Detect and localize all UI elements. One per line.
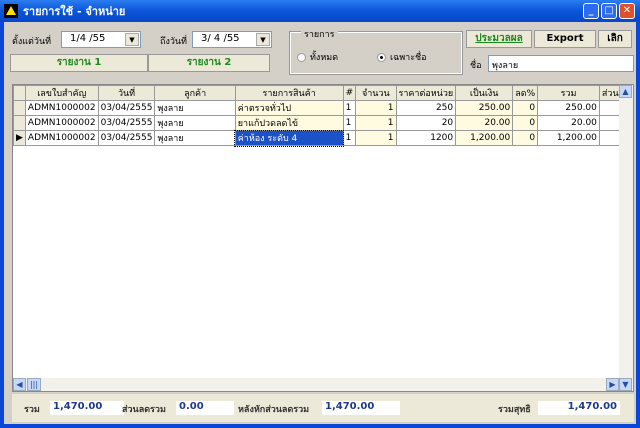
grid-cell[interactable]: 0 (512, 100, 539, 116)
grid-cell[interactable]: พุงลาย (154, 115, 236, 131)
grid-cell[interactable]: ค่าห้อง ระดับ 4 (234, 129, 345, 147)
chevron-down-icon[interactable]: ▼ (256, 33, 270, 46)
grid-cell[interactable]: ADMN1000002 (24, 115, 99, 131)
grid-cell[interactable]: 1 (342, 130, 357, 146)
to-date-combo[interactable]: 3/ 4 /55 ▼ (192, 31, 272, 48)
totals-bar: รวม 1,470.00 ส่วนลดรวม 0.00 หลังหักส่วนล… (12, 394, 634, 422)
grid-cell[interactable]: 1 (342, 100, 357, 116)
discount-value: 0.00 (176, 401, 234, 415)
scroll-thumb[interactable]: ||| (27, 378, 41, 391)
grid-cell[interactable]: 0 (512, 115, 539, 131)
group-label: รายการ (301, 27, 338, 41)
grid-cell[interactable]: 20.00 (537, 115, 600, 131)
row-selector[interactable] (13, 115, 26, 131)
grid-cell[interactable]: 250.00 (537, 100, 600, 116)
scroll-down-icon[interactable]: ▼ (619, 378, 632, 391)
grid-cell[interactable]: 1 (355, 100, 397, 116)
grid-cell[interactable]: ค่าตรวจทั่วไป (234, 100, 344, 116)
col-header[interactable]: รายการสินค้า (234, 85, 344, 101)
export-button[interactable]: Export (534, 30, 596, 48)
grid-cell[interactable]: 250 (395, 100, 457, 116)
app-icon (4, 4, 18, 18)
scroll-up-icon[interactable]: ▲ (619, 85, 632, 98)
grid-cell[interactable]: 250.00 (455, 100, 514, 116)
col-header[interactable]: เป็นเงิน (455, 85, 514, 101)
net-total-label: รวมสุทธิ (498, 405, 531, 415)
horizontal-scrollbar[interactable]: ◀ ||| ▶ (13, 378, 619, 391)
grid-cell[interactable]: 20 (395, 115, 457, 131)
col-header[interactable]: # (342, 85, 357, 101)
total-label: รวม (24, 405, 40, 415)
vertical-scrollbar[interactable]: ▲ ▼ (619, 85, 633, 391)
grid-cell[interactable]: 03/04/2555 (97, 115, 156, 131)
radio-all[interactable]: ทั้งหมด (297, 50, 338, 64)
report2-button[interactable]: รายงาน 2 (148, 54, 270, 72)
process-button[interactable]: ประมวลผล (466, 30, 532, 48)
grid-cell[interactable]: 1,200.00 (455, 130, 514, 146)
to-date-label: ถึงวันที่ (160, 37, 187, 47)
grid-cell[interactable]: 1 (355, 115, 397, 131)
net-total-value: 1,470.00 (538, 401, 620, 415)
row-selector-header (13, 85, 26, 101)
row-selector[interactable] (13, 100, 26, 116)
to-date-value: 3/ 4 /55 (201, 33, 240, 44)
client-area: ตั้งแต่วันที่ 1/4 /55 ▼ ถึงวันที่ 3/ 4 /5… (4, 22, 636, 424)
total-value: 1,470.00 (50, 401, 124, 415)
col-header[interactable]: จำนวน (355, 85, 397, 101)
grid-cell[interactable]: 1,200.00 (537, 130, 600, 146)
col-header[interactable]: ลด% (512, 85, 539, 101)
data-grid: เลขใบสำคัญ วันที่ ลูกค้า รายการสินค้า # … (12, 84, 634, 392)
grid-cell[interactable]: พุงลาย (154, 130, 236, 146)
after-discount-label: หลังหักส่วนลดรวม (238, 405, 310, 415)
close-button[interactable]: ✕ (619, 3, 635, 19)
grid-cell[interactable]: 20.00 (455, 115, 514, 131)
from-date-value: 1/4 /55 (70, 33, 106, 44)
grid-cell[interactable]: ADMN1000002 (24, 130, 99, 146)
grid-cell[interactable]: ยาแก้ปวดลดไข้ (234, 115, 344, 131)
radio-all-label: ทั้งหมด (310, 53, 339, 63)
table-row[interactable]: ▶ ADMN1000002 03/04/2555 พุงลาย ค่าห้อง ระดั… (13, 129, 634, 147)
report1-button[interactable]: รายงาน 1 (10, 54, 148, 72)
scroll-right-icon[interactable]: ▶ (606, 378, 619, 391)
row-selector[interactable]: ▶ (13, 130, 26, 146)
col-header[interactable]: เลขใบสำคัญ (24, 85, 99, 101)
grid-cell[interactable]: 1200 (395, 130, 457, 146)
scroll-left-icon[interactable]: ◀ (13, 378, 26, 391)
grid-cell[interactable]: 0 (512, 130, 539, 146)
from-date-combo[interactable]: 1/4 /55 ▼ (61, 31, 141, 48)
grid-cell[interactable]: 03/04/2555 (97, 100, 156, 116)
name-label: ชื่อ (470, 61, 482, 71)
table-row[interactable]: ADMN1000002 03/04/2555 พุงลาย ยาแก้ปวดลดไข้… (13, 115, 634, 131)
list-filter-group: รายการ ทั้งหมด เฉพาะชื่อ (289, 27, 463, 75)
grid-table: เลขใบสำคัญ วันที่ ลูกค้า รายการสินค้า # … (13, 85, 634, 147)
maximize-button[interactable]: □ (601, 3, 617, 19)
cancel-button[interactable]: เลิก (598, 30, 632, 48)
grid-cell[interactable]: ADMN1000002 (24, 100, 99, 116)
radio-by-name-label: เฉพาะชื่อ (390, 53, 427, 63)
from-date-label: ตั้งแต่วันที่ (12, 37, 52, 47)
col-header[interactable]: ลูกค้า (154, 85, 236, 101)
radio-by-name[interactable]: เฉพาะชื่อ (377, 50, 427, 64)
grid-cell[interactable]: 1 (342, 115, 357, 131)
table-row[interactable]: ADMN1000002 03/04/2555 พุงลาย ค่าตรวจทั่วไป… (13, 100, 634, 116)
radio-off-icon (297, 52, 306, 62)
window-title: รายการใช้ - จำหน่าย (23, 5, 126, 18)
col-header[interactable]: ราคาต่อหน่วย (395, 85, 457, 101)
minimize-button[interactable]: _ (583, 3, 599, 19)
radio-on-icon (377, 52, 386, 62)
window: รายการใช้ - จำหน่าย _ □ ✕ ตั้งแต่วันที่ … (0, 0, 640, 428)
grid-cell[interactable]: 03/04/2555 (97, 130, 156, 146)
header-row: เลขใบสำคัญ วันที่ ลูกค้า รายการสินค้า # … (13, 85, 634, 101)
col-header[interactable]: รวม (537, 85, 600, 101)
title-bar: รายการใช้ - จำหน่าย _ □ ✕ (0, 0, 640, 22)
chevron-down-icon[interactable]: ▼ (125, 33, 139, 46)
grid-cell[interactable]: 1 (355, 130, 397, 146)
after-discount-value: 1,470.00 (322, 401, 400, 415)
discount-label: ส่วนลดรวม (122, 405, 166, 415)
grid-cell[interactable]: พุงลาย (154, 100, 236, 116)
col-header[interactable]: วันที่ (97, 85, 156, 101)
name-input[interactable]: พุงลาย (488, 55, 634, 72)
